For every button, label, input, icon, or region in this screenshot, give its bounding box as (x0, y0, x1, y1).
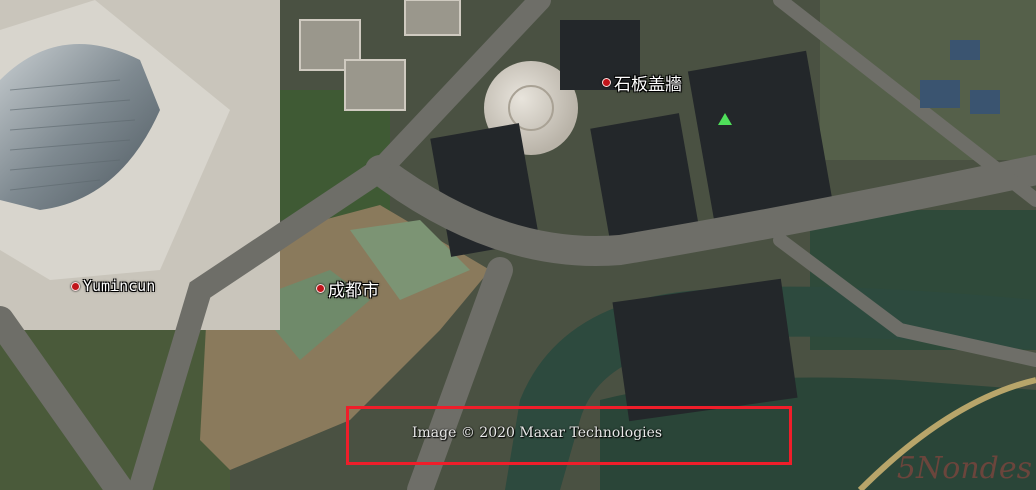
place-label: 石板盖牆 (614, 75, 682, 95)
place-marker-chengdu[interactable]: 成都市 (316, 276, 379, 301)
place-marker-yumincun[interactable]: Yumincun (71, 277, 155, 295)
green-triangle-marker-icon[interactable] (718, 113, 732, 125)
place-marker-shibangao[interactable]: 石板盖牆 (602, 70, 682, 95)
place-pin-icon (71, 281, 80, 291)
place-label: 成都市 (328, 281, 379, 301)
place-label: Yumincun (83, 277, 156, 295)
place-pin-icon (602, 78, 611, 87)
map-viewport[interactable]: 石板盖牆 成都市 Yumincun Image © 2020 Maxar Tec… (0, 0, 1036, 490)
imagery-attribution: Image © 2020 Maxar Technologies (412, 425, 663, 441)
watermark: 5Nondes (896, 451, 1032, 486)
place-pin-icon (316, 284, 325, 293)
